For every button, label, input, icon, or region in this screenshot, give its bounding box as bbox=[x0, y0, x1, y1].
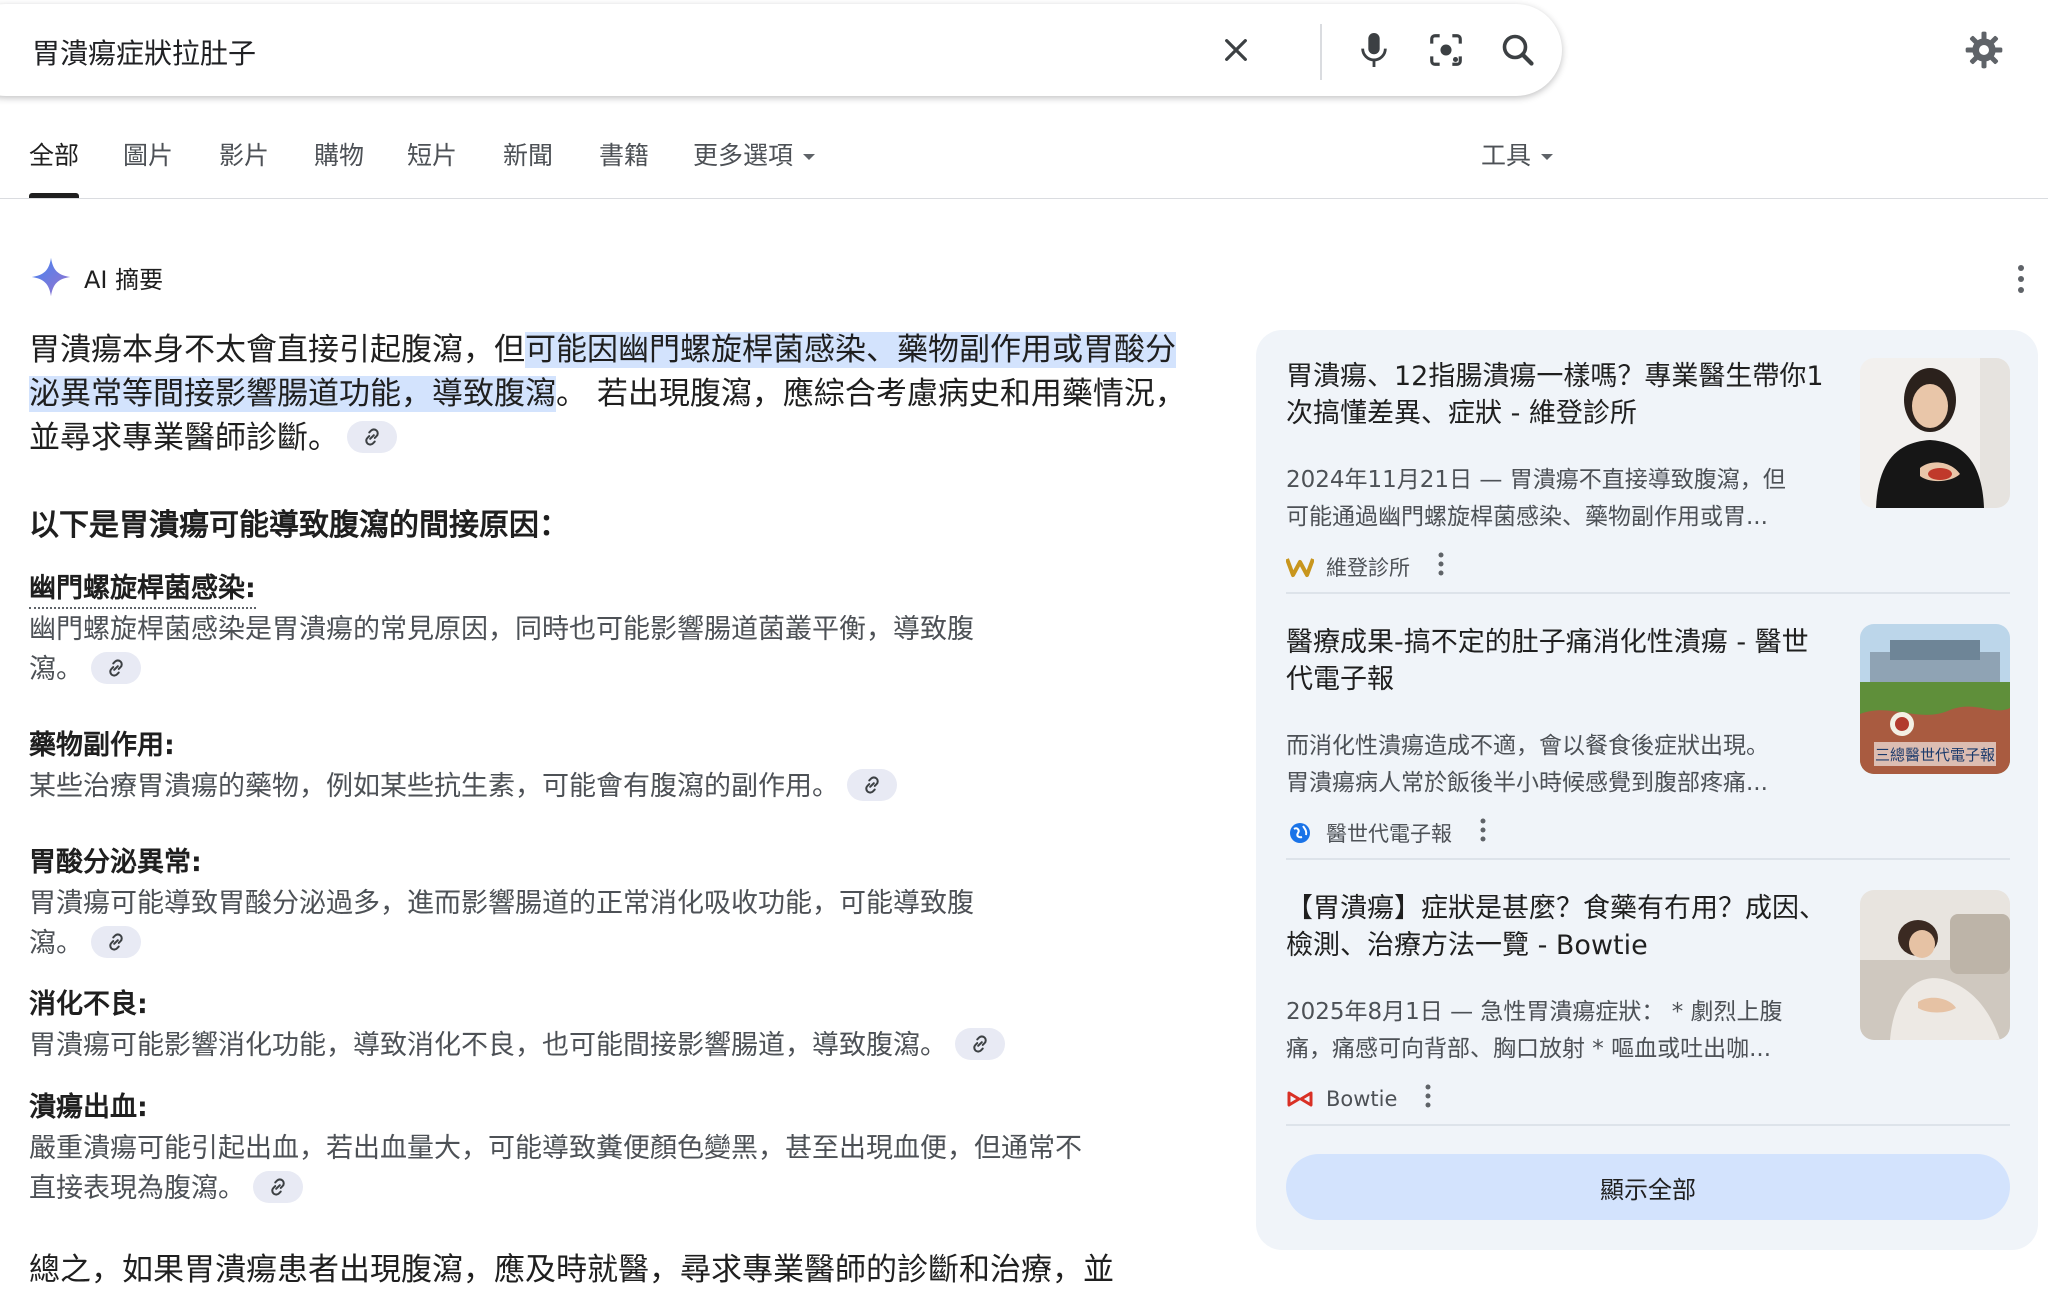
site-logo-icon bbox=[1286, 553, 1314, 581]
hospital-thumbnail[interactable]: 三總醫世代電子報 bbox=[1860, 624, 2010, 774]
search-bar[interactable]: 胃潰瘍症狀拉肚子 bbox=[0, 4, 1562, 96]
source-snippet: 而消化性潰瘍造成不適，會以餐食後症狀出現。 胃潰瘍病人常於飯後半小時候感覺到腹部… bbox=[1286, 733, 1769, 796]
sources-panel: 胃潰瘍、12指腸潰瘍一樣嗎？專業醫生帶你1次搞懂差異、症狀 - 維登診所 202… bbox=[1256, 330, 2038, 1250]
conclusion-text: 總之，如果胃潰瘍患者出現腹瀉，應及時就醫，尋求專業醫師的診斷和治療，並 bbox=[29, 1252, 1114, 1288]
tab-books[interactable]: 書籍 bbox=[599, 136, 649, 198]
ai-overview-title: AI 摘要 bbox=[84, 265, 164, 294]
tab-more[interactable]: 更多選項 bbox=[693, 136, 816, 198]
citation-link-icon[interactable] bbox=[347, 420, 397, 453]
item-title: 胃酸分泌異常: bbox=[29, 847, 202, 878]
tab-videos[interactable]: 影片 bbox=[219, 136, 269, 198]
show-all-button[interactable]: 顯示全部 bbox=[1286, 1154, 2010, 1220]
card-divider bbox=[1286, 858, 2010, 860]
citation-link-icon[interactable] bbox=[91, 651, 141, 684]
item-title: 潰瘍出血: bbox=[29, 1092, 148, 1123]
citation-link-icon[interactable] bbox=[955, 1027, 1005, 1060]
source-card[interactable]: 【胃潰瘍】症狀是甚麼？食藥有冇用？成因、檢測、治療方法一覽 - Bowtie 2… bbox=[1286, 890, 2010, 1111]
section-heading: 以下是胃潰瘍可能導致腹瀉的間接原因： bbox=[29, 508, 569, 543]
search-icon[interactable] bbox=[1494, 26, 1542, 74]
tab-images[interactable]: 圖片 bbox=[123, 136, 173, 198]
gear-icon[interactable] bbox=[1960, 26, 2008, 74]
item-text: 胃潰瘍可能導致胃酸分泌過多，進而影響腸道的正常消化吸收功能，可能導致腹 瀉。 bbox=[29, 888, 974, 959]
search-input[interactable]: 胃潰瘍症狀拉肚子 bbox=[32, 32, 256, 72]
source-title[interactable]: 【胃潰瘍】症狀是甚麼？食藥有冇用？成因、檢測、治療方法一覽 - Bowtie bbox=[1286, 890, 1826, 964]
card-divider bbox=[1286, 1124, 2010, 1126]
person-on-sofa-thumbnail[interactable] bbox=[1860, 890, 2010, 1040]
source-site: 醫世代電子報 bbox=[1286, 818, 1490, 848]
more-options-icon[interactable] bbox=[1421, 1084, 1435, 1114]
citation-link-icon[interactable] bbox=[847, 768, 897, 801]
item-text: 胃潰瘍可能影響消化功能，導致消化不良，也可能間接影響腸道，導致腹瀉。 bbox=[29, 1026, 1005, 1066]
card-divider bbox=[1286, 592, 2010, 594]
citation-link-icon[interactable] bbox=[91, 925, 141, 958]
item-text: 某些治療胃潰瘍的藥物，例如某些抗生素，可能會有腹瀉的副作用。 bbox=[29, 767, 897, 807]
tabs-divider bbox=[0, 198, 2048, 199]
ai-overview-header: AI 摘要 bbox=[30, 256, 163, 298]
item-title: 藥物副作用: bbox=[29, 730, 175, 761]
more-options-icon[interactable] bbox=[1434, 552, 1448, 582]
item-title: 消化不良: bbox=[29, 989, 148, 1020]
clear-icon[interactable] bbox=[1212, 26, 1260, 74]
source-title[interactable]: 醫療成果-搞不定的肚子痛消化性潰瘍 - 醫世代電子報 bbox=[1286, 624, 1826, 698]
item-text: 嚴重潰瘍可能引起出血，若出血量大，可能導致糞便顏色變黑，甚至出現血便，但通常不 … bbox=[29, 1133, 1082, 1204]
bowtie-logo-icon bbox=[1286, 1085, 1314, 1113]
thumbnail-caption: 三總醫世代電子報 bbox=[1875, 746, 1995, 764]
camera-lens-icon[interactable] bbox=[1422, 26, 1470, 74]
source-site: 維登診所 bbox=[1286, 552, 1448, 582]
source-title[interactable]: 胃潰瘍、12指腸潰瘍一樣嗎？專業醫生帶你1次搞懂差異、症狀 - 維登診所 bbox=[1286, 358, 1826, 432]
chevron-down-icon bbox=[803, 154, 816, 160]
search-divider bbox=[1320, 24, 1322, 80]
microphone-icon[interactable] bbox=[1350, 26, 1398, 74]
item-title[interactable]: 幽門螺旋桿菌感染: bbox=[29, 566, 256, 609]
more-options-icon[interactable] bbox=[1476, 818, 1490, 848]
item-text: 幽門螺旋桿菌感染是胃潰瘍的常見原因，同時也可能影響腸道菌叢平衡，導致腹 瀉。 bbox=[29, 614, 974, 685]
tab-all[interactable]: 全部 bbox=[29, 136, 80, 198]
tools-button[interactable]: 工具 bbox=[1481, 136, 1554, 198]
sparkle-icon bbox=[31, 257, 71, 297]
globe-icon bbox=[1286, 819, 1314, 847]
ai-summary: 胃潰瘍本身不太會直接引起腹瀉，但可能因幽門螺旋桿菌感染、藥物副作用或胃酸分泌異常… bbox=[29, 332, 1186, 456]
more-options-icon[interactable] bbox=[2006, 264, 2036, 298]
source-snippet: 2024年11月21日 — 胃潰瘍不直接導致腹瀉，但 可能通過幽門螺旋桿菌感染、… bbox=[1286, 467, 1786, 530]
tab-shopping[interactable]: 購物 bbox=[314, 136, 364, 198]
source-snippet: 2025年8月1日 — 急性胃潰瘍症狀： * 劇烈上腹 痛，痛感可向背部、胸口放… bbox=[1286, 999, 1783, 1062]
source-site: Bowtie bbox=[1286, 1084, 1435, 1114]
citation-link-icon[interactable] bbox=[253, 1170, 303, 1203]
chevron-down-icon bbox=[1541, 154, 1554, 160]
person-thumbnail[interactable] bbox=[1860, 358, 2010, 508]
tab-shorts[interactable]: 短片 bbox=[407, 136, 457, 198]
source-card[interactable]: 胃潰瘍、12指腸潰瘍一樣嗎？專業醫生帶你1次搞懂差異、症狀 - 維登診所 202… bbox=[1286, 358, 2010, 580]
tab-news[interactable]: 新聞 bbox=[503, 136, 553, 198]
source-card[interactable]: 醫療成果-搞不定的肚子痛消化性潰瘍 - 醫世代電子報 而消化性潰瘍造成不適，會以… bbox=[1286, 624, 2010, 846]
